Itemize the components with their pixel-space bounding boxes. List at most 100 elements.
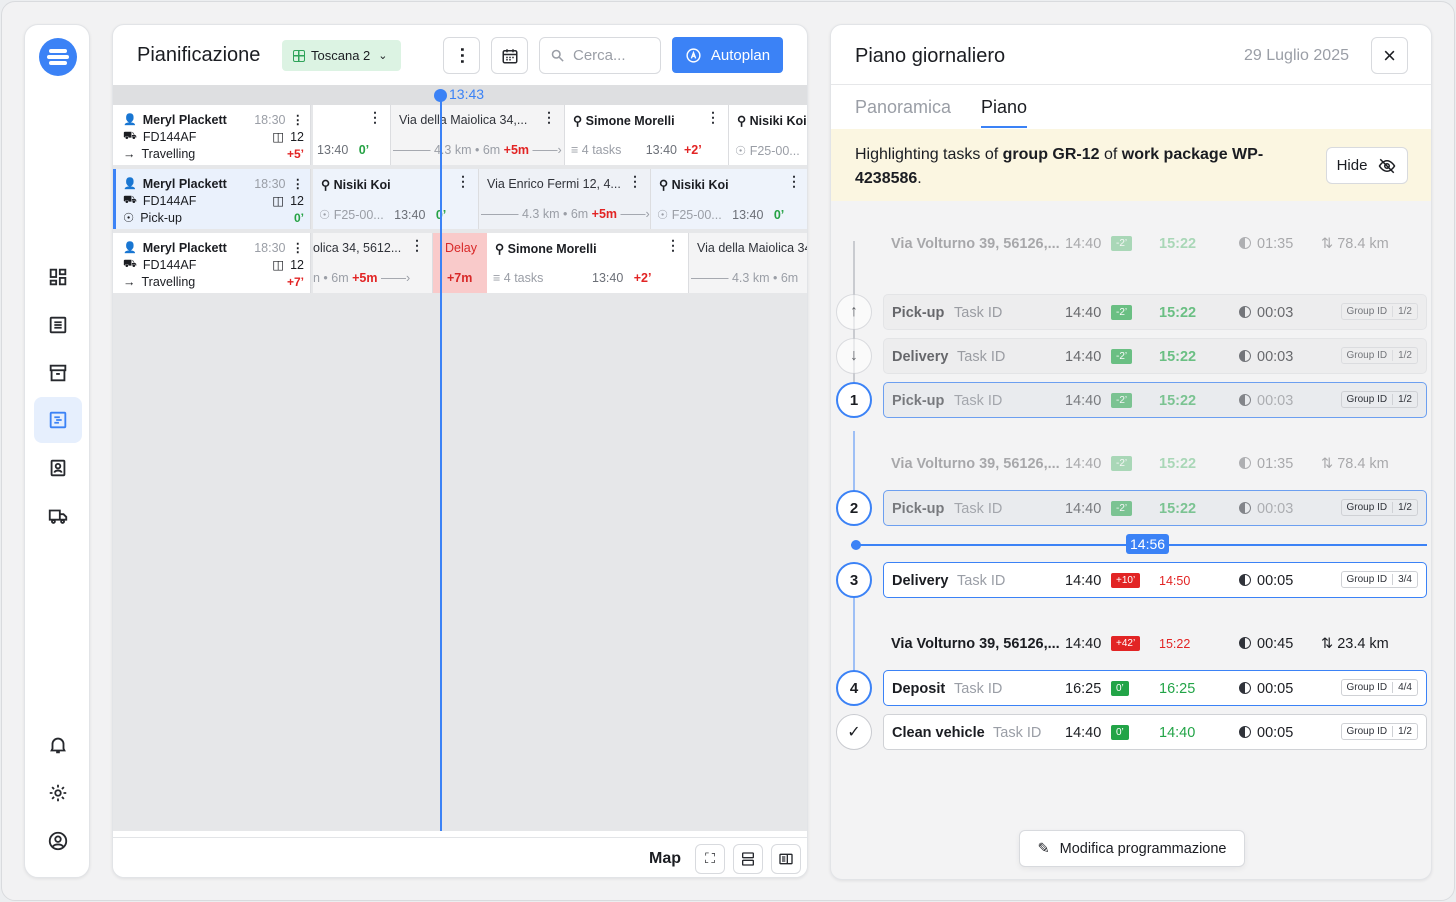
task-row[interactable]: Clean vehicle Task ID 14:40 0’ 14:40 00:… bbox=[883, 714, 1427, 750]
driver-avatar-icon: 👤 bbox=[123, 178, 137, 190]
task-row-highlighted[interactable]: Pick-up Task ID 14:40 -2’ 15:22 00:03 Gr… bbox=[883, 382, 1427, 418]
group-id-tag: Group ID 1/2 bbox=[1340, 347, 1418, 364]
tasks-icon: ≡ bbox=[571, 143, 579, 157]
gantt-timeline: 👤 Meryl Plackett 18:30 ⋮ ⛟ FD144AF ◫ 12 → Trave… bbox=[113, 85, 807, 831]
box-icon: ◫ bbox=[272, 130, 285, 144]
vehicle-icon: ⛟ bbox=[123, 193, 137, 206]
edit-schedule-button[interactable]: ✎ Modifica programmazione bbox=[1019, 830, 1245, 867]
archive-icon[interactable] bbox=[34, 350, 82, 396]
arrow-right-icon: → bbox=[123, 146, 136, 161]
autoplan-button[interactable]: Autoplan bbox=[672, 37, 783, 73]
more-icon[interactable]: ⋮ bbox=[292, 112, 305, 127]
task-row-highlighted[interactable]: Delivery Task ID 14:40 +10’ 14:50 00:05 … bbox=[883, 562, 1427, 598]
dashboard-icon[interactable] bbox=[34, 254, 82, 300]
driver-avatar-icon: 👤 bbox=[123, 114, 137, 126]
map-toolbar: Map ⛶ bbox=[113, 837, 807, 877]
current-time-line bbox=[440, 95, 442, 831]
day-plan-panel: Piano giornaliero 29 Luglio 2025 × Panor… bbox=[830, 24, 1432, 880]
task-row-highlighted[interactable]: Pick-up Task ID 14:40 -2’ 15:22 00:03 Gr… bbox=[883, 490, 1427, 526]
more-icon[interactable]: ⋮ bbox=[456, 174, 470, 188]
more-icon[interactable]: ⋮ bbox=[628, 174, 642, 188]
stop-row[interactable]: Via Volturno 39, 56126,... 14:40 -2’ 15:… bbox=[891, 226, 1427, 262]
clock-icon bbox=[1239, 682, 1251, 694]
group-id-tag: Group ID 3/4 bbox=[1340, 571, 1418, 588]
group-id-tag: Group ID 1/2 bbox=[1340, 303, 1418, 320]
day-plan-header: Piano giornaliero 29 Luglio 2025 × bbox=[831, 25, 1431, 85]
chevron-down-icon: ⌄ bbox=[378, 50, 388, 62]
gantt-stop-block[interactable]: ⚲ Simone Morelli ⋮ ≡ 4 tasks 13:40 +2’ bbox=[565, 105, 729, 165]
more-icon[interactable]: ⋮ bbox=[368, 110, 382, 124]
bell-icon[interactable] bbox=[34, 722, 82, 768]
split-vertical-button[interactable] bbox=[771, 843, 801, 874]
pin-icon: ⚲ bbox=[495, 242, 505, 256]
more-icon[interactable]: ⋮ bbox=[787, 174, 801, 188]
gantt-travel-block[interactable]: Via della Maiolica 34 ——— 4.3 km • 6m bbox=[689, 233, 807, 293]
gantt-travel-block[interactable]: Via della Maiolica 34,... ⋮ ——— 4.3 km • 6… bbox=[391, 105, 565, 165]
tab-piano[interactable]: Piano bbox=[981, 97, 1028, 128]
task-row-highlighted[interactable]: Deposit Task ID 16:25 0’ 16:25 00:05 Gro… bbox=[883, 670, 1427, 706]
more-icon[interactable]: ⋮ bbox=[410, 238, 424, 252]
driver-card-selected[interactable]: 👤 Meryl Plackett 18:30 ⋮ ⛟ FD144AF ◫ 12 ☉ Pick-… bbox=[113, 169, 311, 229]
close-icon: × bbox=[1383, 42, 1396, 68]
gantt-block[interactable]: ⋮ 13:40 0’ bbox=[313, 105, 391, 165]
gantt-stop-block[interactable]: ⚲ Nisiki Koi ☉ F25-00... bbox=[729, 105, 807, 165]
gantt-stop-block[interactable]: ⚲ Nisiki Koi⋮☉ F25-00... 13:40 0’ bbox=[313, 169, 479, 229]
timeline: Via Volturno 39, 56126,... 14:40 -2’ 15:… bbox=[831, 201, 1431, 879]
more-icon[interactable]: ⋮ bbox=[666, 238, 680, 252]
stop-row[interactable]: Via Volturno 39, 56126,... 14:40 -2’ 15:… bbox=[891, 446, 1427, 482]
gantt-travel-block[interactable]: olica 34, 5612... ⋮ n • 6m +5m ——› bbox=[313, 233, 433, 293]
gantt-stop-block[interactable]: ⚲ Nisiki Koi⋮☉ F25-00... 13:40 0’ bbox=[651, 169, 807, 229]
pin-icon: ⚲ bbox=[659, 178, 669, 192]
pin-icon: ⚲ bbox=[573, 114, 583, 128]
more-icon[interactable]: ⋮ bbox=[706, 110, 720, 124]
pickup-icon: ☉ bbox=[123, 211, 135, 225]
list-icon[interactable] bbox=[34, 302, 82, 348]
more-icon[interactable]: ⋮ bbox=[292, 240, 305, 255]
driver-card[interactable]: 👤 Meryl Plackett 18:30 ⋮ ⛟ FD144AF ◫ 12 → Trave… bbox=[113, 233, 311, 293]
vehicle-icon: ⛟ bbox=[123, 257, 137, 270]
planning-icon[interactable] bbox=[34, 397, 82, 443]
gantt-stop-block[interactable]: ⚲ Simone Morelli ⋮ ≡ 4 tasks 13:40 +2’ bbox=[487, 233, 689, 293]
more-options-button[interactable]: ··· bbox=[443, 37, 480, 74]
group-id-tag: Group ID 1/2 bbox=[1340, 391, 1418, 408]
fullscreen-button[interactable]: ⛶ bbox=[695, 843, 725, 874]
gantt-travel-block[interactable]: Via Enrico Fermi 12, 4... ⋮ ——— 4.3 km • 6… bbox=[479, 169, 651, 229]
box-icon: ◫ bbox=[272, 194, 285, 208]
more-icon[interactable]: ⋮ bbox=[542, 110, 556, 124]
step-number: 1 bbox=[836, 382, 872, 418]
clock-icon bbox=[1239, 306, 1251, 318]
truck-icon[interactable] bbox=[34, 493, 82, 539]
clock-icon bbox=[1239, 394, 1251, 406]
driver-card[interactable]: 👤 Meryl Plackett 18:30 ⋮ ⛟ FD144AF ◫ 12 → Trave… bbox=[113, 105, 311, 165]
check-circle-icon: ✓ bbox=[836, 714, 872, 750]
day-plan-date: 29 Luglio 2025 bbox=[1244, 47, 1349, 64]
split-horizontal-button[interactable] bbox=[733, 843, 763, 874]
clock-icon bbox=[1239, 502, 1251, 514]
clock-icon bbox=[1239, 237, 1251, 249]
calendar-icon bbox=[502, 48, 517, 63]
driver-avatar-icon: 👤 bbox=[123, 242, 137, 254]
gantt-row: 👤 Meryl Plackett 18:30 ⋮ ⛟ FD144AF ◫ 12 → Trave… bbox=[113, 233, 807, 293]
settings-icon[interactable] bbox=[34, 770, 82, 816]
calendar-button[interactable] bbox=[491, 37, 528, 74]
account-icon[interactable] bbox=[34, 818, 82, 864]
current-time-marker[interactable] bbox=[434, 89, 447, 102]
task-row[interactable]: Delivery Task ID 14:40 -2’ 15:22 00:03 G… bbox=[883, 338, 1427, 374]
stop-row[interactable]: Via Volturno 39, 56126,... 14:40 +42’ 15… bbox=[891, 626, 1427, 662]
map-label: Map bbox=[649, 849, 681, 867]
route-icon: ⇅ bbox=[1321, 236, 1338, 252]
search-icon bbox=[551, 49, 564, 62]
app-logo[interactable] bbox=[39, 38, 77, 76]
hide-button[interactable]: Hide bbox=[1326, 147, 1408, 184]
route-icon: ⇅ bbox=[1321, 456, 1338, 472]
split-horizontal-icon bbox=[742, 851, 754, 866]
search-input[interactable]: Cerca... bbox=[539, 37, 661, 74]
close-button[interactable]: × bbox=[1371, 37, 1408, 74]
arrow-right-icon: → bbox=[123, 274, 136, 289]
tab-panoramica[interactable]: Panoramica bbox=[855, 97, 951, 118]
task-row[interactable]: Pick-up Task ID 14:40 -2’ 15:22 00:03 Gr… bbox=[883, 294, 1427, 330]
region-selector[interactable]: Toscana 2 ⌄ bbox=[282, 40, 401, 71]
group-id-tag: Group ID 1/2 bbox=[1340, 723, 1418, 740]
more-icon[interactable]: ⋮ bbox=[292, 176, 305, 191]
driver-icon[interactable] bbox=[34, 445, 82, 491]
